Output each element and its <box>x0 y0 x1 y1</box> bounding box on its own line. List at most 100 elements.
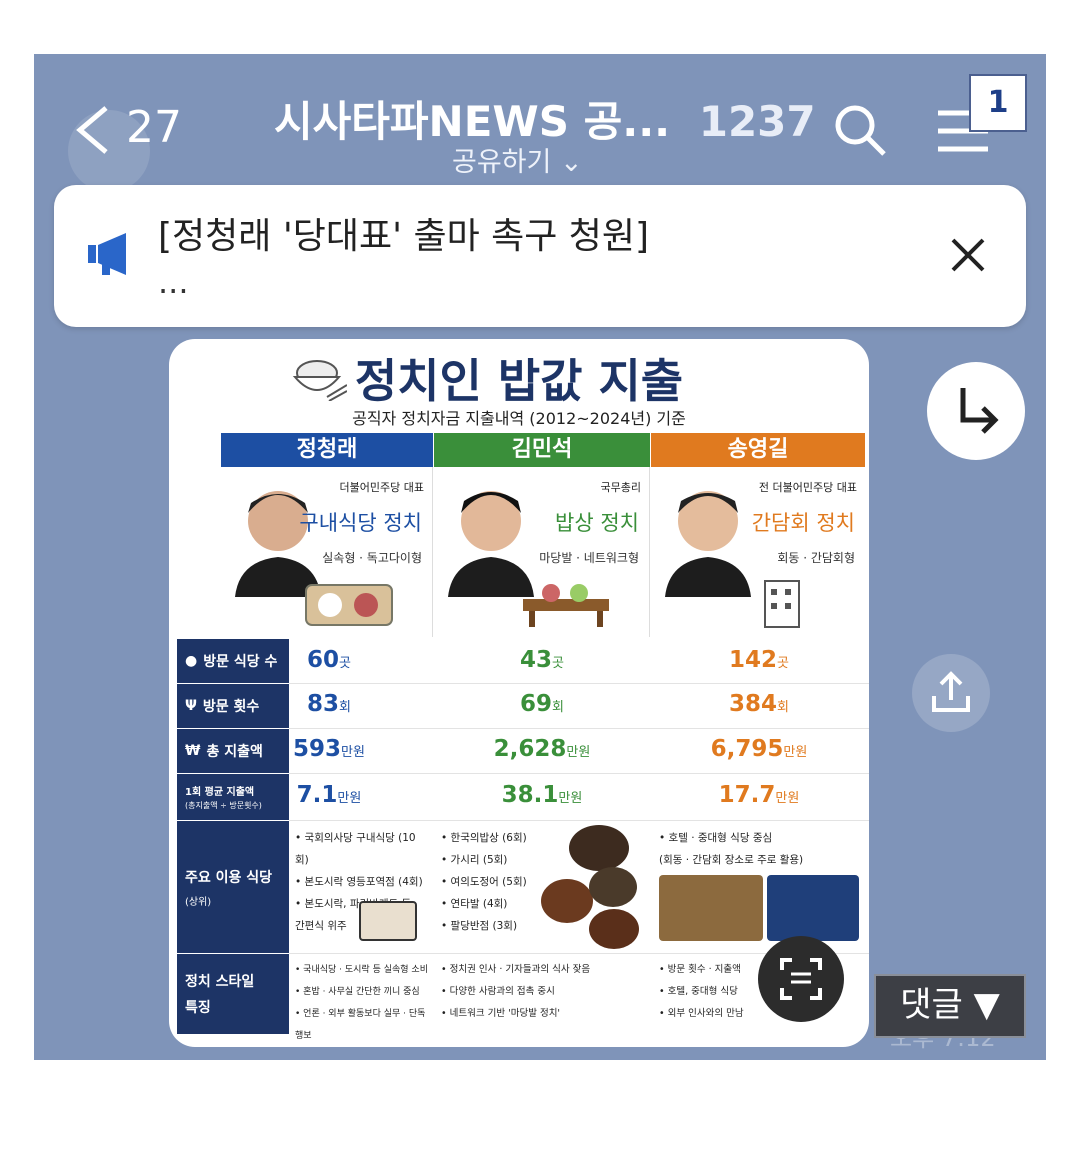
column-header: 송영길 <box>651 433 865 467</box>
upload-button[interactable] <box>912 654 990 732</box>
value: 83 <box>307 691 340 717</box>
comment-button[interactable]: 댓글 ▼ <box>874 974 1026 1038</box>
value: 6,795 <box>710 736 784 762</box>
list-item: • 다양한 사람과의 접촉 중시 <box>441 986 555 997</box>
profile-panel: 더불어민주당 대표 구내식당 정치 실속형 · 독고다이형 <box>221 467 433 637</box>
party-label: 전 더불어민주당 대표 <box>758 481 857 494</box>
top-bar: 27 시사타파NEWS 공... 1237 공유하기 ⌄ 1 <box>34 54 1046 192</box>
value: 2,628 <box>493 736 567 762</box>
divider <box>289 773 869 774</box>
lunchbox-image <box>359 901 417 941</box>
text-scan-button[interactable] <box>758 936 844 1022</box>
style-list: • 정치권 인사 · 기자들과의 식사 잦음 • 다양한 사람과의 접촉 중시 … <box>441 959 641 1025</box>
unit: 만원 <box>337 791 362 806</box>
dish-image <box>569 825 629 871</box>
list-item: • 한국의밥상 (6회) <box>441 832 527 844</box>
won-icon: ₩ <box>185 743 201 759</box>
food-tray-icon <box>305 584 393 626</box>
party-label: 국무총리 <box>600 481 641 494</box>
list-item: • 혼밥 · 사무실 간단한 끼니 중심 <box>295 987 420 997</box>
scan-text-icon <box>780 958 822 1000</box>
value-cell: 6,795만원 <box>651 736 867 762</box>
megaphone-icon <box>88 233 126 275</box>
unit: 회 <box>552 700 564 715</box>
dish-image <box>541 879 593 923</box>
value-cell: 2,628만원 <box>434 736 650 762</box>
notice-more: ... <box>158 263 189 301</box>
divider <box>289 728 869 729</box>
unit: 곳 <box>777 656 789 671</box>
list-item: • 정치권 인사 · 기자들과의 식사 잦음 <box>441 964 591 975</box>
list-item: • 국내식당 · 도시락 등 실속형 소비 <box>295 965 428 975</box>
list-item: • 연타발 (4회) <box>441 898 508 910</box>
unit: 만원 <box>558 791 583 806</box>
unit: 만원 <box>783 745 808 760</box>
style-name: 밥상 정치 <box>555 511 639 535</box>
value-cell: 38.1만원 <box>434 782 650 808</box>
restaurant-list: • 한국의밥상 (6회) • 가시리 (5회) • 여의도정어 (5회) • 연… <box>441 827 551 937</box>
infographic-subtitle: 공직자 정치자금 지출내역 (2012~2024년) 기준 <box>352 409 686 428</box>
style-name: 구내식당 정치 <box>299 511 422 535</box>
upload-icon <box>932 671 970 712</box>
notice-text: [정청래 '당대표' 출마 촉구 청원] <box>158 216 650 257</box>
value-cell: 43곳 <box>434 647 650 673</box>
value-cell: 593만원 <box>221 736 437 762</box>
value: 593 <box>293 736 342 762</box>
value-cell: 83회 <box>221 691 437 717</box>
style-list: • 국내식당 · 도시락 등 실속형 소비 • 혼밥 · 사무실 간단한 끼니 … <box>295 959 433 1047</box>
back-arrow-icon[interactable] <box>72 104 112 156</box>
value: 43 <box>520 647 553 673</box>
list-item: • 호텔 · 중대형 식당 중심 <box>659 832 773 844</box>
number-badge: 1 <box>969 74 1027 132</box>
chevron-down-icon: ⌄ <box>559 147 583 178</box>
forward-arrow-icon <box>960 388 999 434</box>
party-label: 더불어민주당 대표 <box>339 481 424 494</box>
notice-banner[interactable]: [정청래 '당대표' 출마 촉구 청원] ... <box>54 185 1026 327</box>
column-header: 김민석 <box>434 433 650 467</box>
close-icon[interactable] <box>950 237 986 273</box>
row-label: 주요 이용 식당 (상위) <box>177 821 289 953</box>
list-item: • 팔당반점 (3회) <box>441 920 518 932</box>
unit: 곳 <box>339 656 351 671</box>
dining-room-image <box>659 875 763 941</box>
value: 384 <box>729 691 778 717</box>
unread-count[interactable]: 27 <box>126 102 182 153</box>
list-item: • 여의도정어 (5회) <box>441 876 527 888</box>
list-item: • 국회의사당 구내식당 (10회) <box>295 832 416 866</box>
share-label: 공유하기 <box>452 147 552 178</box>
list-item: • 본도시락 영등포역점 (4회) <box>295 876 423 888</box>
value-cell: 142곳 <box>651 647 867 673</box>
member-count: 1237 <box>698 97 816 146</box>
food-table-icon <box>523 584 609 627</box>
location-pin-icon: ● <box>185 653 198 669</box>
hotel-icon <box>764 580 800 628</box>
value: 38.1 <box>501 782 559 808</box>
value: 7.1 <box>296 782 338 808</box>
column-header: 정청래 <box>221 433 433 467</box>
value: 69 <box>520 691 553 717</box>
value-cell: 69회 <box>434 691 650 717</box>
chat-title-text: 시사타파NEWS 공... <box>274 97 671 146</box>
dish-image <box>589 867 637 907</box>
infographic-title: 정치인 밥값 지출 <box>354 354 684 408</box>
unit: 회 <box>339 700 351 715</box>
value: 142 <box>729 647 778 673</box>
style-type: 마당발 · 네트워크형 <box>539 551 639 565</box>
unit: 만원 <box>566 745 591 760</box>
row-label-note: (상위) <box>185 896 212 908</box>
forward-button[interactable] <box>927 362 1025 460</box>
style-name: 간담회 정치 <box>751 511 855 535</box>
list-item: (회동 · 간담회 장소로 주로 활용) <box>659 854 804 866</box>
share-dropdown[interactable]: 공유하기 ⌄ <box>452 140 583 179</box>
chat-window: 27 시사타파NEWS 공... 1237 공유하기 ⌄ 1 [정청래 '당대표… <box>34 54 1046 1060</box>
divider <box>289 820 869 821</box>
search-icon[interactable] <box>832 102 888 158</box>
value-cell: 17.7만원 <box>651 782 867 808</box>
profile-panel: 국무총리 밥상 정치 마당발 · 네트워크형 <box>434 467 650 637</box>
row-label: 정치 스타일 특징 <box>177 954 289 1034</box>
list-item: • 가시리 (5회) <box>441 854 508 866</box>
unit: 만원 <box>775 791 800 806</box>
value-cell: 7.1만원 <box>221 782 437 808</box>
style-type: 실속형 · 독고다이형 <box>322 551 422 565</box>
value: 60 <box>307 647 340 673</box>
